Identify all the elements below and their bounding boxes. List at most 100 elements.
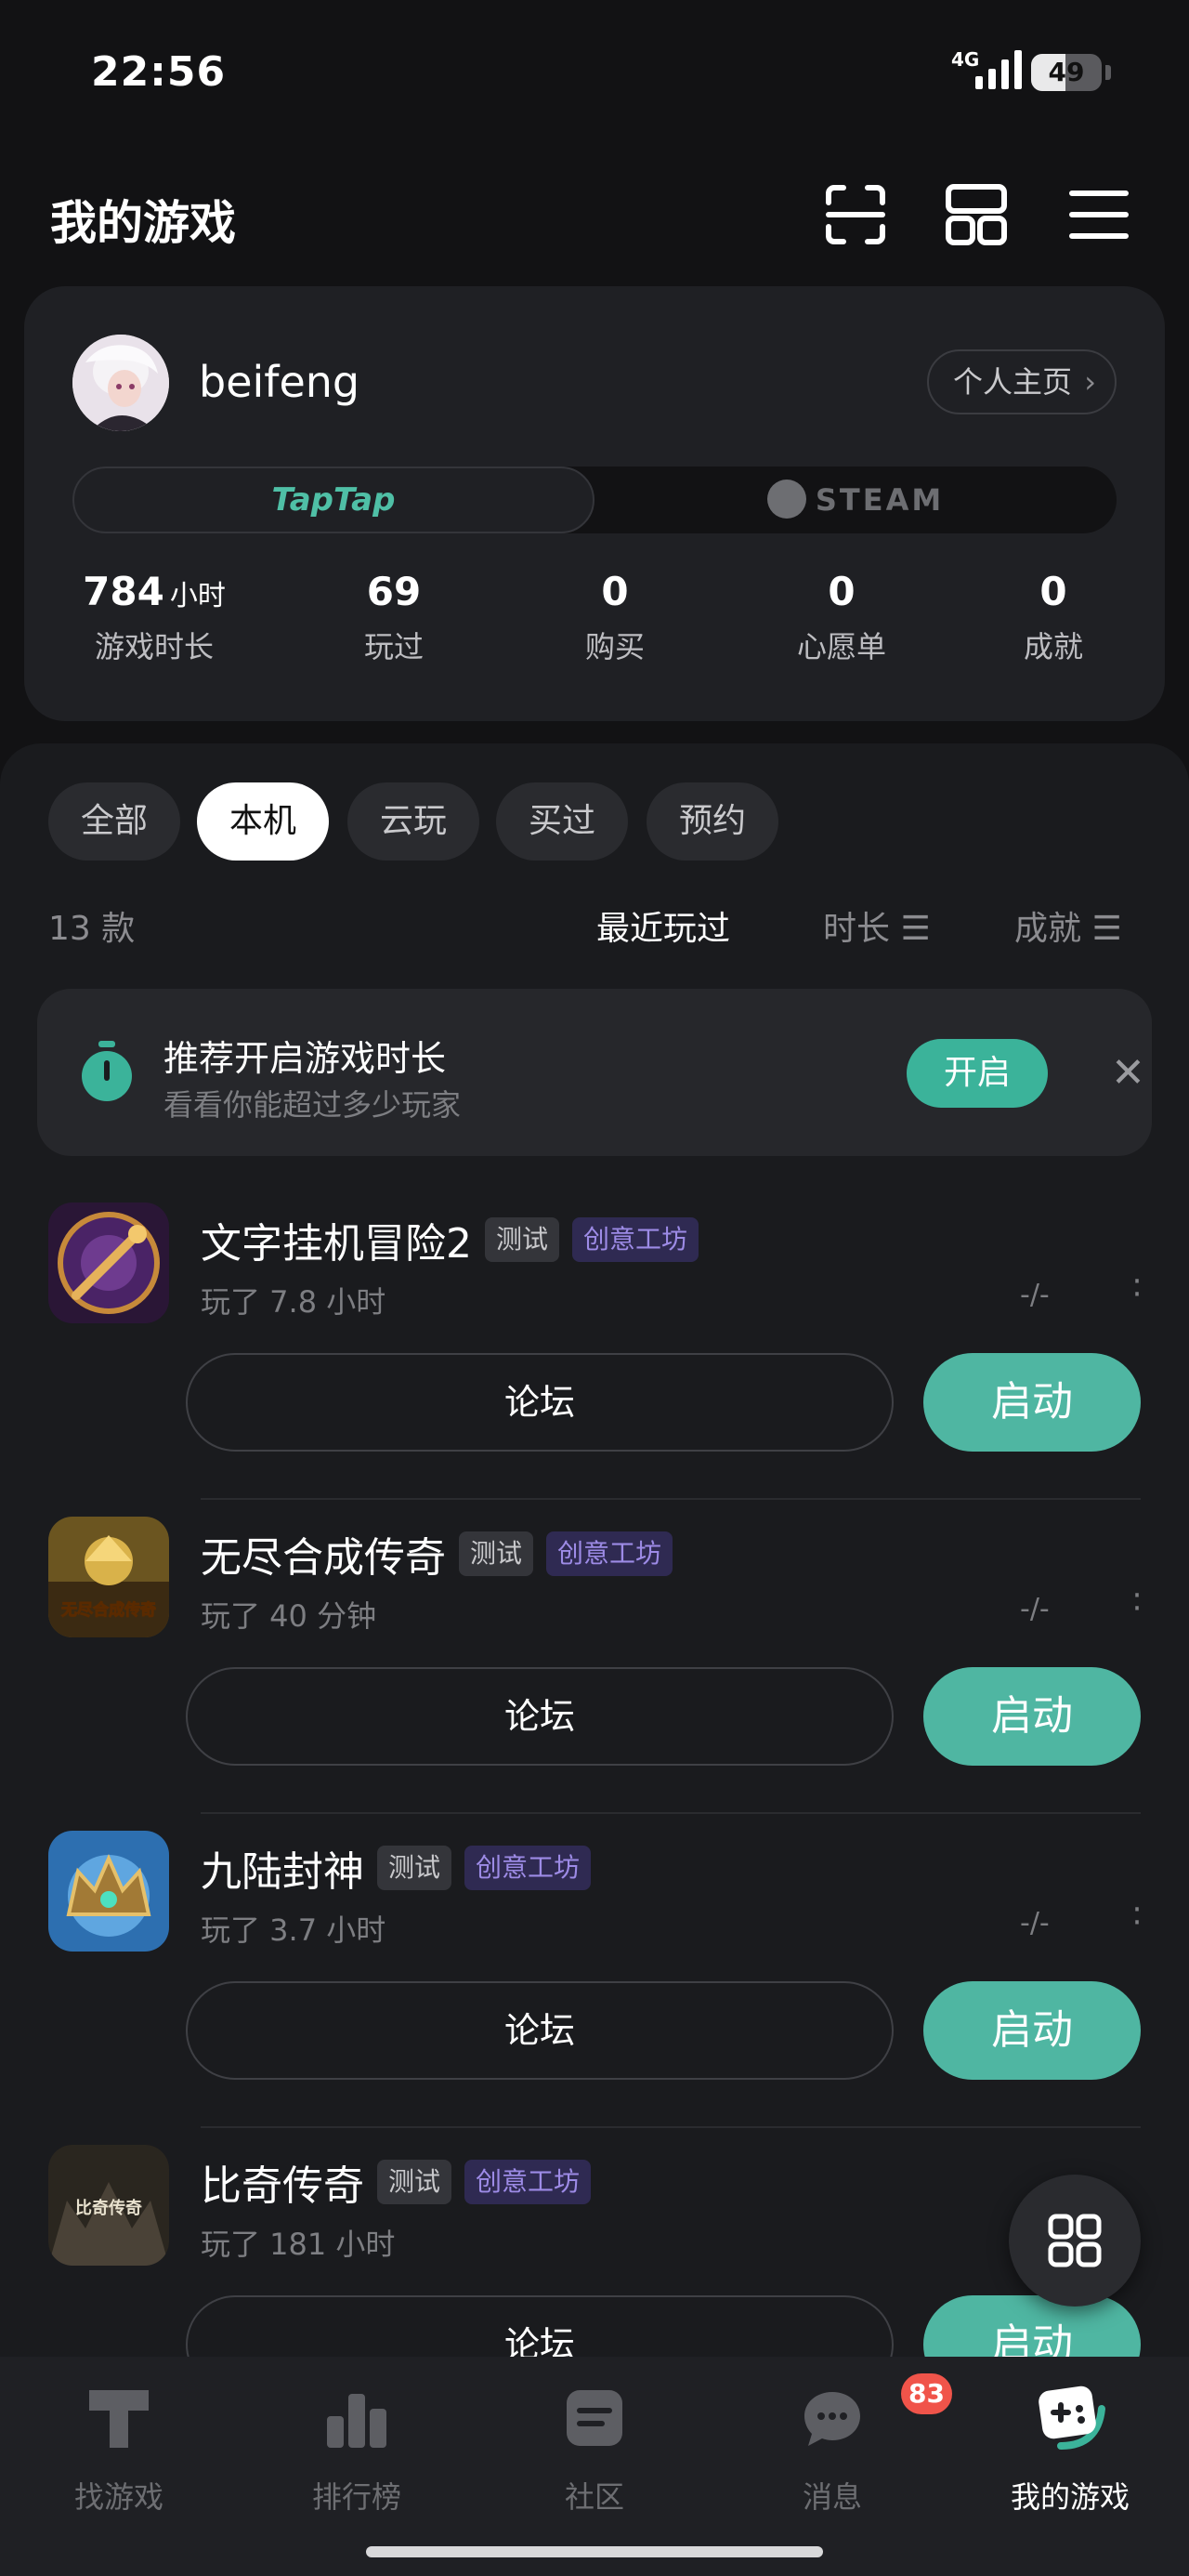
stat-label: 购买 bbox=[584, 629, 645, 664]
banner-title: 推荐开启游戏时长 bbox=[163, 1038, 447, 1079]
game-title[interactable]: 无尽合成传奇 bbox=[201, 1524, 446, 1584]
games-list-panel: 全部 本机 云玩 买过 预约 13 款 最近玩过 时长 ☰ 成就 ☰ 推荐开启游… bbox=[0, 743, 1189, 2394]
filter-local[interactable]: 本机 bbox=[197, 782, 329, 861]
banner-subtitle: 看看你能超过多少玩家 bbox=[163, 1087, 462, 1123]
close-icon[interactable]: ✕ bbox=[1111, 1039, 1145, 1108]
nav-label: 找游戏 bbox=[73, 2479, 163, 2515]
apps-grid-icon bbox=[1048, 2214, 1102, 2267]
game-title[interactable]: 文字挂机冒险2 bbox=[201, 1210, 472, 1269]
stat-value: 0 bbox=[828, 569, 856, 614]
filter-bought[interactable]: 买过 bbox=[496, 782, 628, 861]
stopwatch-icon bbox=[80, 1041, 134, 1102]
filter-cloud[interactable]: 云玩 bbox=[347, 782, 479, 861]
stat-playtime[interactable]: 784 小时 游戏时长 bbox=[61, 569, 247, 666]
forum-button[interactable]: 论坛 bbox=[186, 1981, 894, 2080]
achievement-progress: -/- bbox=[1020, 1279, 1050, 1311]
ranking-icon bbox=[320, 2381, 394, 2455]
more-icon[interactable]: · · bbox=[1131, 1894, 1143, 1939]
sort-recent[interactable]: 最近玩过 bbox=[596, 901, 730, 950]
nav-find-games[interactable]: 找游戏 bbox=[26, 2381, 212, 2517]
forum-button[interactable]: 论坛 bbox=[186, 1667, 894, 1766]
list-item: 文字挂机冒险2 测试 创意工坊 玩了 7.8 小时 -/- · · 论坛 启动 bbox=[0, 1186, 1189, 1500]
tag-workshop[interactable]: 创意工坊 bbox=[464, 2160, 592, 2204]
tag-test: 测试 bbox=[377, 2160, 452, 2204]
game-icon[interactable] bbox=[48, 1203, 169, 1323]
my-games-screen: 22:56 4G 49 我的游戏 beifeng 个人主页 › TapTap S… bbox=[0, 0, 1189, 2576]
bottom-nav: 找游戏 排行榜 社区 83 消息 我的游戏 bbox=[0, 2357, 1189, 2576]
playtime: 玩了 3.7 小时 bbox=[201, 1912, 386, 1948]
nav-label: 排行榜 bbox=[311, 2479, 401, 2515]
game-icon[interactable] bbox=[48, 1831, 169, 1952]
stat-unit: 小时 bbox=[169, 580, 226, 612]
stat-played[interactable]: 69 玩过 bbox=[320, 569, 468, 666]
filter-all[interactable]: 全部 bbox=[48, 782, 180, 861]
game-icon[interactable]: 比奇传奇 bbox=[48, 2145, 169, 2266]
filter-reserved[interactable]: 预约 bbox=[647, 782, 778, 861]
battery-icon: 49 bbox=[1031, 54, 1102, 91]
platform-switch: TapTap STEAM bbox=[72, 467, 1117, 533]
nav-community[interactable]: 社区 bbox=[502, 2381, 687, 2517]
nav-label: 消息 bbox=[802, 2479, 862, 2515]
signal-icon bbox=[975, 48, 1022, 89]
stat-value: 0 bbox=[1039, 569, 1067, 614]
nav-label: 我的游戏 bbox=[1010, 2479, 1130, 2515]
stat-achievements[interactable]: 0 成就 bbox=[979, 569, 1128, 666]
game-count: 13 款 bbox=[48, 910, 136, 948]
nav-label: 社区 bbox=[564, 2479, 624, 2515]
profile-homepage-button[interactable]: 个人主页 bbox=[927, 349, 1117, 414]
scan-icon[interactable] bbox=[823, 182, 888, 247]
sort-label: 成就 bbox=[1014, 910, 1082, 948]
nav-messages[interactable]: 83 消息 bbox=[739, 2373, 952, 2517]
stat-value: 69 bbox=[366, 569, 422, 614]
game-title[interactable]: 九陆封神 bbox=[201, 1838, 364, 1898]
playtime-banner: 推荐开启游戏时长 看看你能超过多少玩家 开启 ✕ bbox=[37, 989, 1152, 1156]
game-icon-text: 比奇传奇 bbox=[75, 2198, 142, 2218]
game-icon[interactable]: 无尽合成传奇 bbox=[48, 1517, 169, 1637]
steam-label: STEAM bbox=[815, 482, 945, 518]
launch-button[interactable]: 启动 bbox=[923, 1667, 1141, 1766]
grid-view-icon[interactable] bbox=[944, 182, 1009, 247]
tag-test: 测试 bbox=[459, 1531, 534, 1576]
game-title[interactable]: 比奇传奇 bbox=[201, 2152, 364, 2212]
username: beifeng bbox=[199, 357, 360, 407]
find-games-icon bbox=[82, 2381, 156, 2455]
sort-label: 时长 bbox=[823, 910, 891, 948]
my-games-icon bbox=[1033, 2381, 1107, 2455]
avatar[interactable] bbox=[72, 335, 169, 431]
tag-workshop[interactable]: 创意工坊 bbox=[572, 1217, 699, 1262]
achievement-progress: -/- bbox=[1020, 1907, 1050, 1939]
sort-icon: ☰ bbox=[900, 910, 931, 948]
floating-apps-button[interactable] bbox=[1009, 2175, 1141, 2307]
tag-workshop[interactable]: 创意工坊 bbox=[546, 1531, 673, 1576]
list-item: 九陆封神 测试 创意工坊 玩了 3.7 小时 -/- · · 论坛 启动 bbox=[0, 1814, 1189, 2128]
tag-workshop[interactable]: 创意工坊 bbox=[464, 1846, 592, 1890]
platform-tab-taptap[interactable]: TapTap bbox=[72, 467, 594, 533]
sort-achievement[interactable]: 成就 ☰ bbox=[1014, 901, 1122, 950]
unread-badge: 83 bbox=[901, 2373, 952, 2414]
message-icon: 83 bbox=[795, 2373, 952, 2455]
launch-button[interactable]: 启动 bbox=[923, 1353, 1141, 1452]
playtime: 玩了 181 小时 bbox=[201, 2227, 396, 2262]
playtime: 玩了 40 分钟 bbox=[201, 1598, 377, 1634]
nav-my-games[interactable]: 我的游戏 bbox=[977, 2381, 1163, 2517]
menu-icon[interactable] bbox=[1066, 182, 1131, 247]
more-icon[interactable]: · · bbox=[1131, 1580, 1143, 1624]
more-icon[interactable]: · · bbox=[1131, 1266, 1143, 1310]
stat-wishlist[interactable]: 0 心愿单 bbox=[758, 569, 925, 666]
forum-button[interactable]: 论坛 bbox=[186, 1353, 894, 1452]
game-title-row: 无尽合成传奇 测试 创意工坊 bbox=[201, 1524, 673, 1584]
status-bar: 22:56 4G 49 bbox=[0, 0, 1189, 139]
stat-purchased[interactable]: 0 购买 bbox=[541, 569, 689, 666]
stat-value: 0 bbox=[601, 569, 629, 614]
sort-duration[interactable]: 时长 ☰ bbox=[823, 901, 931, 950]
battery-level: 49 bbox=[1048, 57, 1085, 87]
platform-tab-steam[interactable]: STEAM bbox=[594, 467, 1117, 533]
achievement-progress: -/- bbox=[1020, 1593, 1050, 1625]
tag-test: 测试 bbox=[377, 1846, 452, 1890]
nav-ranking[interactable]: 排行榜 bbox=[264, 2381, 450, 2517]
home-indicator[interactable] bbox=[366, 2546, 823, 2557]
enable-playtime-button[interactable]: 开启 bbox=[907, 1039, 1048, 1108]
game-title-row: 九陆封神 测试 创意工坊 bbox=[201, 1838, 592, 1898]
status-time: 22:56 bbox=[91, 48, 227, 96]
launch-button[interactable]: 启动 bbox=[923, 1981, 1141, 2080]
